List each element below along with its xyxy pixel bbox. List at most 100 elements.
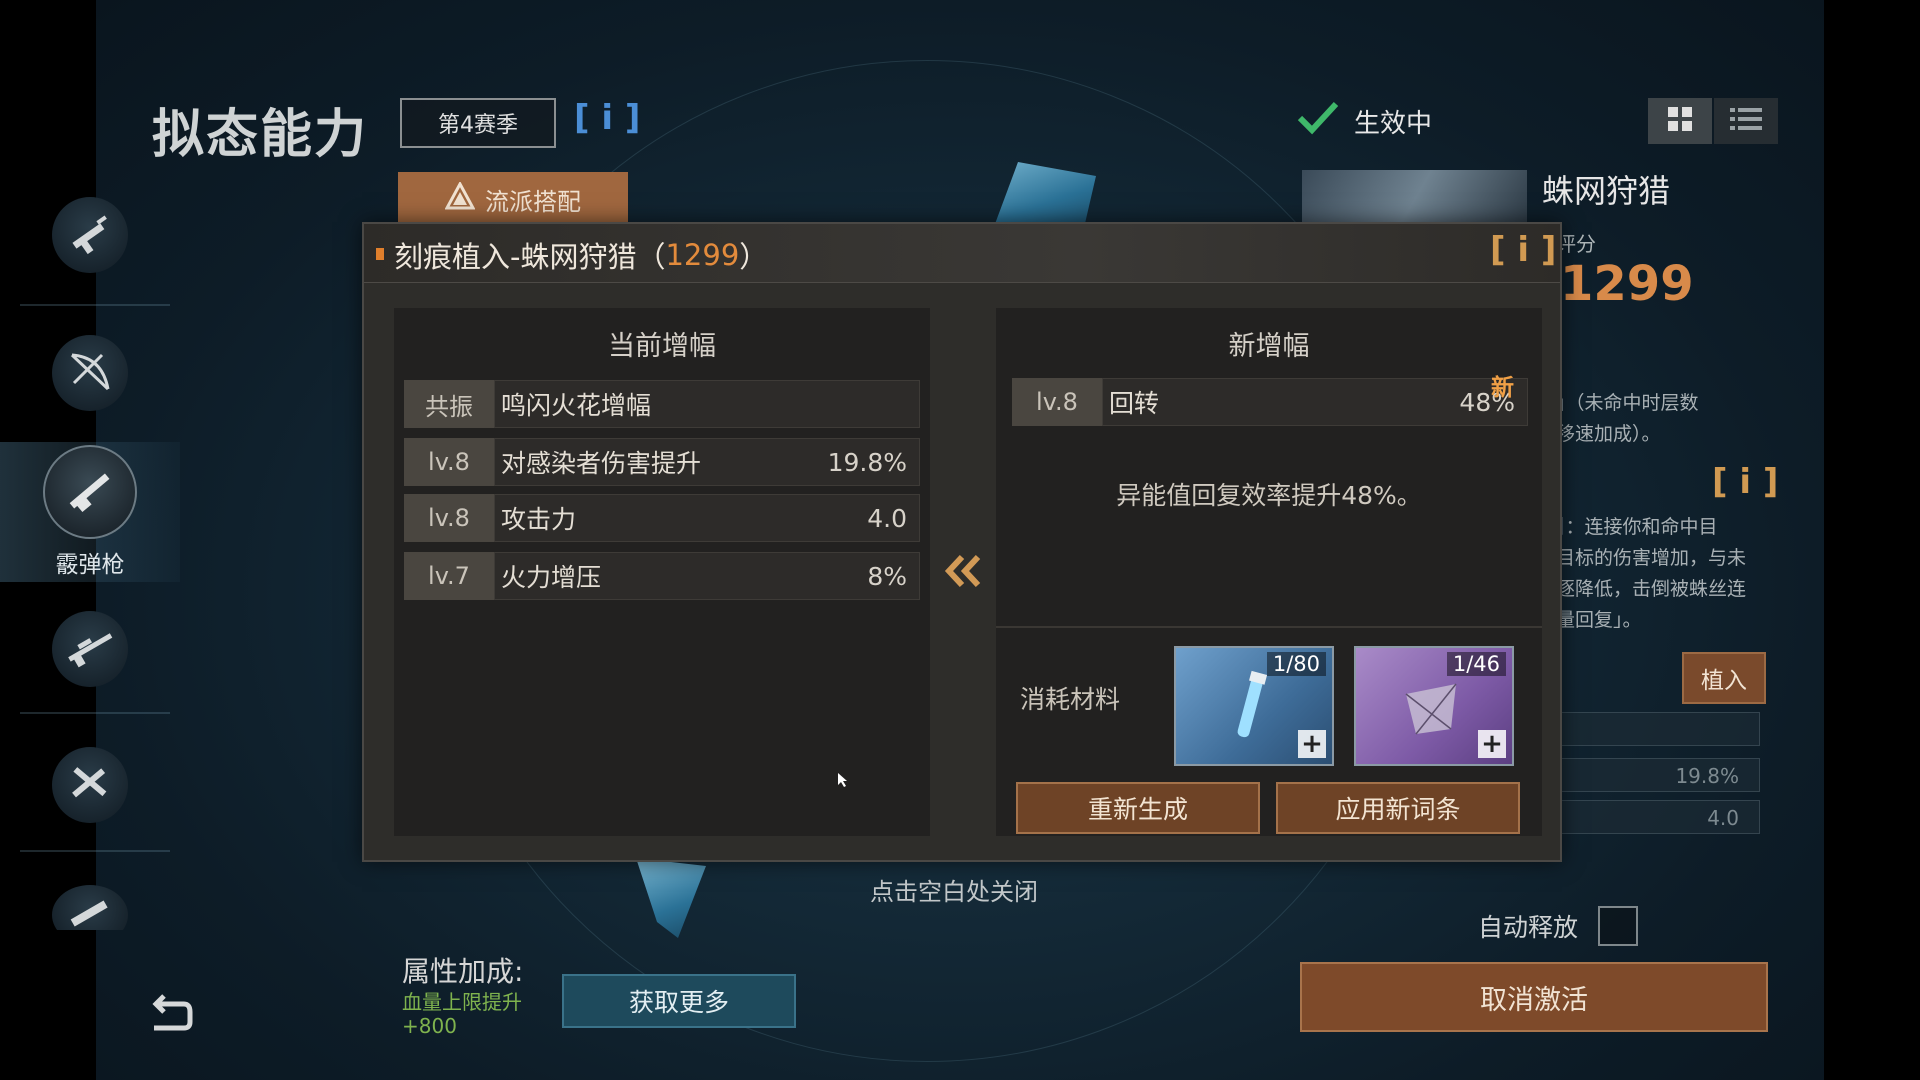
rail-item-assault-rifle[interactable]	[0, 170, 180, 300]
regenerate-button[interactable]: 重新生成	[1016, 782, 1260, 834]
stat-row	[1560, 712, 1760, 746]
new-badge: 新	[1491, 375, 1514, 401]
ability-effect-description: 】：连接你和命中目 目标的伤害增加，与未 逐降低，击倒被蛛丝连 量回复」。	[1556, 512, 1746, 636]
desc-line: 量回复」。	[1556, 609, 1642, 631]
material-slot[interactable]: 1/80 +	[1174, 646, 1334, 766]
rail-divider	[20, 712, 170, 714]
new-boost-panel: 新增幅 lv.8 回转 48% 新 异能值回复效率提升48%。 消耗材料 1/80…	[996, 308, 1542, 836]
crystal-vial-icon	[1226, 668, 1276, 752]
ability-description: 」（未命中时层数 移速加成）。	[1556, 388, 1699, 450]
boost-name: 鸣闪火花增幅	[501, 391, 652, 420]
boost-row: lv.7 火力增压 8%	[404, 552, 920, 600]
current-boost-panel: 当前增幅 共振 鸣闪火花增幅 lv.8 对感染者伤害提升 19.8% lv.8 攻…	[394, 308, 930, 836]
rail-item-label: 霰弹枪	[55, 552, 125, 578]
boost-tag: lv.7	[404, 552, 494, 600]
close-hint[interactable]: 点击空白处关闭	[870, 872, 1038, 907]
auto-release-checkbox[interactable]	[1598, 906, 1639, 946]
new-boost-description: 异能值回复效率提升48%。	[1116, 481, 1422, 510]
rail-item-sniper[interactable]	[0, 584, 180, 714]
attribute-bonus-value: 血量上限提升 +800	[402, 990, 562, 1038]
score-label: 评分	[1556, 232, 1596, 256]
launcher-icon	[62, 885, 118, 930]
deactivate-button[interactable]: 取消激活	[1300, 962, 1768, 1032]
crossbow-icon	[62, 343, 118, 403]
season-tag[interactable]: 第4赛季	[400, 98, 556, 148]
list-icon	[1730, 106, 1762, 136]
boost-row: lv.8 攻击力 4.0	[404, 494, 920, 542]
material-count: 1/80	[1266, 652, 1326, 676]
ability-title: 蛛网狩猎	[1542, 172, 1671, 210]
current-boost-heading: 当前增幅	[608, 331, 716, 362]
double-chevron-left-icon	[944, 554, 982, 592]
rail-item-crossbow[interactable]	[0, 308, 180, 438]
rail-item-dual-pistols[interactable]	[0, 720, 180, 850]
materials-label: 消耗材料	[1020, 685, 1121, 714]
grid-icon	[1667, 106, 1693, 136]
rail-item-launcher[interactable]	[0, 860, 180, 930]
apply-new-affix-button[interactable]: 应用新词条	[1276, 782, 1520, 834]
boost-name: 攻击力	[501, 505, 577, 534]
boost-tag: 共振	[404, 380, 494, 428]
info-icon[interactable]: [ i ]	[1712, 462, 1778, 502]
school-build-button[interactable]: 流派搭配	[398, 172, 628, 226]
add-material-icon[interactable]: +	[1478, 730, 1506, 758]
list-view-toggle[interactable]	[1714, 98, 1778, 144]
add-material-icon[interactable]: +	[1298, 730, 1326, 758]
new-boost-row: lv.8 回转 48% 新	[1012, 375, 1528, 426]
attribute-bonus-amount: +800	[402, 1014, 457, 1038]
desc-line: 移速加成）。	[1556, 423, 1661, 445]
get-more-button[interactable]: 获取更多	[562, 974, 796, 1028]
dialog-title: 刻痕植入-蛛网狩猎（ 1299 ）	[394, 234, 768, 276]
stat-row: 19.8%	[1560, 758, 1760, 792]
desc-line: 」（未命中时层数	[1556, 392, 1699, 414]
boost-row: lv.8 对感染者伤害提升 19.8%	[404, 438, 920, 486]
boost-row: 共振 鸣闪火花增幅	[404, 380, 920, 428]
rail-divider	[20, 850, 170, 852]
info-icon[interactable]: [ i ]	[1490, 230, 1556, 270]
material-slot[interactable]: 1/46 +	[1354, 646, 1514, 766]
boost-tag: lv.8	[404, 494, 494, 542]
mouse-cursor-icon	[838, 772, 848, 791]
dialog-title-score: 1299	[665, 238, 740, 272]
triangle-logo-icon	[444, 180, 476, 216]
auto-release-label: 自动释放	[1478, 913, 1579, 942]
desc-line: 】：连接你和命中目	[1556, 516, 1718, 538]
divider	[996, 626, 1542, 628]
score-value: 1299	[1560, 256, 1694, 312]
rail-divider	[20, 304, 170, 306]
implant-button[interactable]: 植入	[1682, 652, 1766, 704]
school-build-label: 流派搭配	[485, 187, 581, 216]
sniper-rifle-icon	[62, 619, 118, 679]
boost-name: 火力增压	[501, 563, 602, 592]
auto-release: 自动释放	[1478, 906, 1639, 946]
title-marker	[376, 248, 384, 260]
stat-row: 4.0	[1560, 800, 1760, 834]
back-arrow-icon	[148, 994, 194, 1038]
checkmark-icon	[1296, 100, 1340, 143]
web-shard-icon	[1396, 674, 1466, 748]
boost-value: 19.8%	[827, 447, 907, 477]
material-count: 1/46	[1446, 652, 1506, 676]
boost-name: 回转	[1109, 389, 1160, 418]
desc-line: 目标的伤害增加，与未	[1556, 547, 1747, 569]
dual-pistols-icon	[62, 755, 118, 815]
grid-view-toggle[interactable]	[1648, 98, 1712, 144]
assault-rifle-icon	[62, 205, 118, 265]
back-button[interactable]	[148, 994, 194, 1038]
boost-tag: lv.8	[1012, 378, 1102, 426]
active-status: 生效中	[1296, 100, 1432, 143]
shotgun-icon	[60, 460, 120, 524]
new-boost-heading: 新增幅	[1228, 331, 1310, 362]
boost-value: 8%	[867, 561, 907, 591]
rail-item-shotgun[interactable]: 霰弹枪	[0, 442, 180, 582]
boost-value: 4.0	[867, 503, 907, 533]
desc-line: 逐降低，击倒被蛛丝连	[1556, 578, 1747, 600]
page-title: 拟态能力	[152, 105, 369, 165]
active-status-label: 生效中	[1354, 109, 1433, 139]
dialog-title-text: 刻痕植入-蛛网狩猎（	[394, 240, 666, 274]
boost-name: 对感染者伤害提升	[501, 449, 702, 478]
weapon-rail: 霰弹枪	[0, 170, 180, 930]
info-icon[interactable]: [ i ]	[574, 98, 640, 138]
attribute-bonus-text: 血量上限提升	[402, 990, 522, 1014]
imprint-implant-dialog: 刻痕植入-蛛网狩猎（ 1299 ） [ i ] 当前增幅 共振 鸣闪火花增幅 l…	[362, 222, 1562, 862]
